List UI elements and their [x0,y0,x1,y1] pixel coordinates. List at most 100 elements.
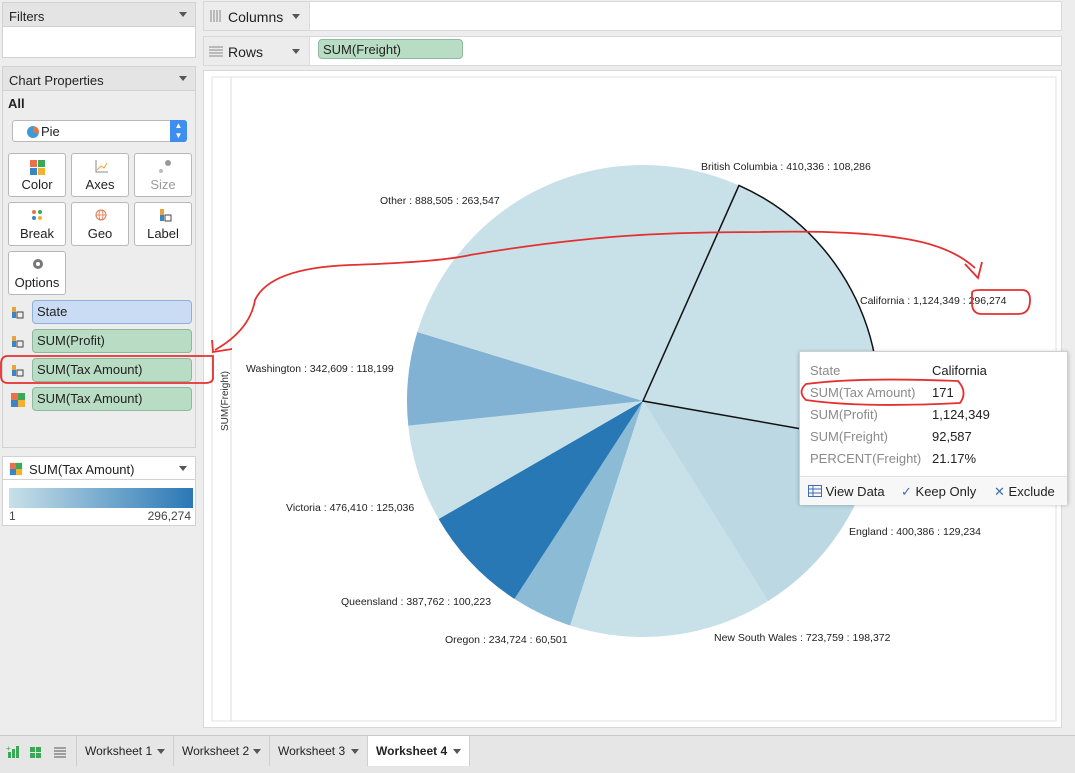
field-sum-tax-amount-color[interactable]: SUM(Tax Amount) [8,387,192,411]
chevron-down-icon[interactable] [453,749,461,754]
axes-icon [95,160,108,173]
filters-drop-area[interactable] [2,26,196,58]
tooltip-value: California [932,363,987,378]
tooltip-key: SUM(Freight) [810,429,889,444]
new-worksheet-icon[interactable]: + [6,744,22,760]
tooltip[interactable]: State California SUM(Tax Amount) 171 SUM… [799,351,1068,505]
color-legend: 1 296,274 [2,480,196,526]
sheet-tab-bar: + Worksheet 1 Worksheet 2 Worksheet 3 Wo… [0,735,1075,773]
slice-label-england: England : 400,386 : 129,234 [849,526,981,538]
tab-label: Worksheet 4 [376,744,448,758]
color-field-icon [11,393,25,407]
sheet-list-icon[interactable] [52,744,68,760]
label-field-icon [12,336,24,348]
label-label: Label [147,226,179,241]
view-data-action[interactable]: View Data [808,484,885,499]
filters-caret-icon[interactable] [179,12,187,17]
slice-label-washington: Washington : 342,609 : 118,199 [246,363,394,375]
slice-label-queensland: Queensland : 387,762 : 100,223 [341,596,491,608]
chart-type-select[interactable]: Pie ▲ ▼ [12,120,187,142]
svg-text:+: + [6,744,11,753]
rows-label: Rows [228,44,264,60]
columns-caret-icon[interactable] [292,14,300,19]
rows-sum-freight-pill[interactable]: SUM(Freight) [318,39,463,59]
sum-profit-pill[interactable]: SUM(Profit) [32,329,192,353]
y-axis-label: SUM(Freight) [220,371,231,431]
color-icon [30,160,45,175]
tooltip-key: PERCENT(Freight) [810,451,922,466]
label-button[interactable]: Label [134,202,192,246]
color-label: Color [21,177,53,192]
chevron-down-icon[interactable] [157,749,165,754]
label-field-icon [12,365,24,377]
tooltip-row-freight: SUM(Freight) 92,587 [810,429,1060,447]
keep-only-action[interactable]: ✓ Keep Only [901,484,976,500]
slice-label-british-columbia: British Columbia : 410,336 : 108,286 [701,161,871,173]
filters-header[interactable]: Filters [2,2,196,26]
tooltip-row-state: State California [810,363,1060,381]
geo-button[interactable]: Geo [71,202,129,246]
new-dashboard-icon[interactable] [28,744,44,760]
size-icon [159,160,171,173]
chart-properties-caret-icon[interactable] [179,76,187,81]
label-icon [160,209,172,222]
tooltip-actions: View Data ✓ Keep Only ✕ Exclude [800,476,1067,505]
size-label: Size [150,177,176,192]
tab-worksheet-2[interactable]: Worksheet 2 [174,736,270,766]
tooltip-row-percent-freight: PERCENT(Freight) 21.17% [810,451,1060,469]
axes-button[interactable]: Axes [71,153,129,197]
tooltip-value: 92,587 [932,429,972,444]
slice-label-oregon: Oregon : 234,724 : 60,501 [445,634,568,646]
geo-label: Geo [87,226,113,241]
globe-icon [95,209,107,221]
rows-caret-icon[interactable] [292,49,300,54]
tab-worksheet-1[interactable]: Worksheet 1 [76,736,174,766]
field-sum-tax-amount-label[interactable]: SUM(Tax Amount) [8,358,192,382]
tooltip-key: State [810,363,841,378]
rows-shelf[interactable]: Rows SUM(Freight) [203,36,1062,66]
select-stepper-icon[interactable]: ▲ ▼ [170,120,187,142]
close-icon: ✕ [994,484,1005,499]
rows-grip-icon [209,46,223,57]
color-legend-gradient [9,488,193,508]
table-icon [808,485,822,497]
field-state[interactable]: State [8,300,192,324]
options-button[interactable]: Options [8,251,66,295]
rows-shelf-label: Rows [204,37,310,65]
label-field-icon [12,307,24,319]
state-pill[interactable]: State [32,300,192,324]
slice-label-victoria: Victoria : 476,410 : 125,036 [286,502,414,514]
tab-worksheet-4[interactable]: Worksheet 4 [368,736,470,766]
gear-icon [33,259,43,269]
sum-tax-amount-label-pill[interactable]: SUM(Tax Amount) [32,358,192,382]
chevron-down-icon[interactable] [253,749,261,754]
size-button[interactable]: Size [134,153,192,197]
color-legend-icon [9,462,23,476]
view-data-label: View Data [825,484,885,499]
sum-tax-amount-color-pill[interactable]: SUM(Tax Amount) [32,387,192,411]
keep-only-label: Keep Only [915,484,977,499]
color-button[interactable]: Color [8,153,66,197]
color-legend-header[interactable]: SUM(Tax Amount) [2,456,196,480]
pie-icon [27,126,39,138]
chevron-down-icon[interactable] [351,749,359,754]
color-legend-title: SUM(Tax Amount) [29,462,135,477]
columns-shelf[interactable]: Columns [203,1,1062,31]
tooltip-value: 1,124,349 [932,407,990,422]
break-button[interactable]: Break [8,202,66,246]
exclude-action[interactable]: ✕ Exclude [994,484,1055,500]
legend-max: 296,274 [147,509,191,523]
slice-label-new-south-wales: New South Wales : 723,759 : 198,372 [714,632,891,644]
all-label: All [8,96,25,111]
chart-properties-header[interactable]: Chart Properties [2,66,196,90]
tab-label: Worksheet 3 [278,744,346,758]
color-legend-caret-icon[interactable] [179,466,187,471]
tab-worksheet-3[interactable]: Worksheet 3 [270,736,368,766]
exclude-label: Exclude [1008,484,1055,499]
field-sum-profit[interactable]: SUM(Profit) [8,329,192,353]
tab-label: Worksheet 1 [85,744,153,758]
break-label: Break [20,226,54,241]
legend-min: 1 [9,509,16,523]
options-label: Options [14,275,60,290]
tooltip-key: SUM(Profit) [810,407,878,422]
